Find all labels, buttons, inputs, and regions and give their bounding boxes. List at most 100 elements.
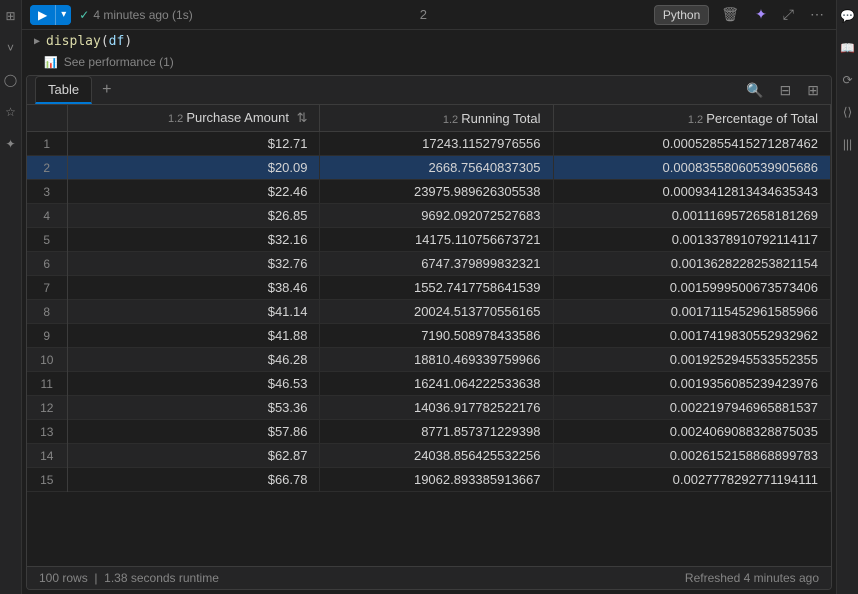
running-total-cell: 1552.7417758641539 <box>320 276 553 300</box>
library-icon[interactable]: ||| <box>840 136 856 152</box>
percentage-cell: 0.0015999500673573406 <box>553 276 831 300</box>
tab-icon-group: 🔍 ⊟ ⊞ <box>742 80 823 101</box>
purchase-amount-cell: $20.09 <box>67 156 320 180</box>
sort-icon[interactable]: ⇅ <box>297 110 308 125</box>
code-icon[interactable]: ⟨⟩ <box>840 104 856 120</box>
performance-text: See performance (1) <box>64 55 174 69</box>
chat-icon[interactable]: 💬 <box>840 8 856 24</box>
purchase-amount-cell: $53.36 <box>67 396 320 420</box>
table-row: 13$57.868771.8573712293980.0024069088328… <box>27 420 831 444</box>
row-index: 14 <box>27 444 67 468</box>
row-index: 2 <box>27 156 67 180</box>
percentage-cell: 0.0011169572658181269 <box>553 204 831 228</box>
chevron-down-icon[interactable]: ˅ <box>3 40 19 56</box>
purchase-amount-cell: $41.14 <box>67 300 320 324</box>
percentage-type: 1.2 <box>688 114 706 126</box>
purchase-amount-cell: $32.76 <box>67 252 320 276</box>
table-tab-label: Table <box>48 82 79 97</box>
running-total-cell: 7190.508978433586 <box>320 324 553 348</box>
table-container[interactable]: 1.2 Purchase Amount ⇅ 1.2 Running Total … <box>27 105 831 566</box>
running-total-type: 1.2 <box>443 114 461 126</box>
search-button[interactable]: 🔍 <box>742 80 767 101</box>
cell-number: 2 <box>201 7 646 22</box>
run-dropdown-button[interactable]: ▾ <box>56 6 71 23</box>
python-badge[interactable]: Python <box>654 5 709 25</box>
percentage-header[interactable]: 1.2 Percentage of Total <box>553 105 831 132</box>
expand-button[interactable]: ⤢ <box>779 4 798 25</box>
percentage-cell: 0.0019252945533552355 <box>553 348 831 372</box>
sidebar-right: 💬 📖 ⟳ ⟨⟩ ||| <box>836 0 858 594</box>
running-total-cell: 8771.857371229398 <box>320 420 553 444</box>
running-total-cell: 16241.064222533638 <box>320 372 553 396</box>
add-tab-button[interactable]: + <box>96 79 117 101</box>
table-row: 7$38.461552.74177586415390.0015999500673… <box>27 276 831 300</box>
person-icon[interactable]: ◯ <box>3 72 19 88</box>
table-row: 15$66.7819062.8933859136670.002777829277… <box>27 468 831 492</box>
run-button-group[interactable]: ▶ ▾ <box>30 5 71 25</box>
percentage-cell: 0.0027778292771194111 <box>553 468 831 492</box>
percentage-cell: 0.00052855415271287462 <box>553 132 831 156</box>
percentage-cell: 0.0017419830552932962 <box>553 324 831 348</box>
purchase-amount-cell: $46.53 <box>67 372 320 396</box>
running-total-cell: 14175.110756673721 <box>320 228 553 252</box>
expand-icon[interactable]: ▶ <box>34 36 40 47</box>
row-index: 4 <box>27 204 67 228</box>
table-body: 1$12.7117243.115279765560.00052855415271… <box>27 132 831 492</box>
table-row: 8$41.1420024.5137705561650.0017115452961… <box>27 300 831 324</box>
code-function: display(df) <box>46 34 132 49</box>
performance-line[interactable]: 📊 See performance (1) <box>22 53 836 75</box>
percentage-cell: 0.0026152158868899783 <box>553 444 831 468</box>
row-index: 7 <box>27 276 67 300</box>
layout-button[interactable]: ⊞ <box>803 80 823 101</box>
more-options-button[interactable]: ⋯ <box>806 4 828 25</box>
running-total-cell: 20024.513770556165 <box>320 300 553 324</box>
sparkle-button[interactable]: ✦ <box>751 4 771 25</box>
row-index: 12 <box>27 396 67 420</box>
purchase-amount-cell: $22.46 <box>67 180 320 204</box>
delete-button[interactable]: 🗑 <box>717 4 743 25</box>
table-row: 4$26.859692.0920725276830.00111695726581… <box>27 204 831 228</box>
table-header-row: 1.2 Purchase Amount ⇅ 1.2 Running Total … <box>27 105 831 132</box>
row-index: 3 <box>27 180 67 204</box>
row-index: 6 <box>27 252 67 276</box>
purchase-amount-cell: $32.16 <box>67 228 320 252</box>
running-total-cell: 17243.11527976556 <box>320 132 553 156</box>
filter-button[interactable]: ⊟ <box>776 80 796 101</box>
row-count: 100 rows | 1.38 seconds runtime <box>39 571 219 585</box>
cell-toolbar: ▶ ▾ ✓ 4 minutes ago (1s) 2 Python 🗑 ✦ ⤢ … <box>22 0 836 30</box>
star-icon[interactable]: ☆ <box>3 104 19 120</box>
table-row: 9$41.887190.5089784335860.00174198305529… <box>27 324 831 348</box>
table-row: 11$46.5316241.0642225336380.001935608523… <box>27 372 831 396</box>
sidebar-left: ⊞ ˅ ◯ ☆ ✦ <box>0 0 22 594</box>
sparkle-icon[interactable]: ✦ <box>3 136 19 152</box>
percentage-label: Percentage of Total <box>706 111 818 126</box>
table-row: 1$12.7117243.115279765560.00052855415271… <box>27 132 831 156</box>
run-button[interactable]: ▶ <box>30 5 55 25</box>
purchase-amount-header[interactable]: 1.2 Purchase Amount ⇅ <box>67 105 320 132</box>
row-index: 15 <box>27 468 67 492</box>
purchase-amount-cell: $62.87 <box>67 444 320 468</box>
grid-icon[interactable]: ⊞ <box>3 8 19 24</box>
row-index: 13 <box>27 420 67 444</box>
table-row: 2$20.092668.756408373050.000835580605399… <box>27 156 831 180</box>
check-icon: ✓ <box>79 8 89 22</box>
percentage-cell: 0.0024069088328875035 <box>553 420 831 444</box>
running-total-header[interactable]: 1.2 Running Total <box>320 105 553 132</box>
index-header <box>27 105 67 132</box>
percentage-cell: 0.0013628228253821154 <box>553 252 831 276</box>
running-total-cell: 9692.092072527683 <box>320 204 553 228</box>
history-icon[interactable]: ⟳ <box>840 72 856 88</box>
row-index: 10 <box>27 348 67 372</box>
run-status: ✓ 4 minutes ago (1s) <box>79 8 192 22</box>
table-row: 3$22.4623975.9896263055380.0009341281343… <box>27 180 831 204</box>
purchase-amount-cell: $12.71 <box>67 132 320 156</box>
table-tab[interactable]: Table <box>35 76 92 104</box>
percentage-cell: 0.0017115452961585966 <box>553 300 831 324</box>
row-index: 9 <box>27 324 67 348</box>
chart-icon: 📊 <box>44 56 58 69</box>
purchase-amount-cell: $38.46 <box>67 276 320 300</box>
running-total-cell: 2668.75640837305 <box>320 156 553 180</box>
purchase-amount-label: Purchase Amount <box>186 110 289 125</box>
running-total-cell: 19062.893385913667 <box>320 468 553 492</box>
book-icon[interactable]: 📖 <box>840 40 856 56</box>
